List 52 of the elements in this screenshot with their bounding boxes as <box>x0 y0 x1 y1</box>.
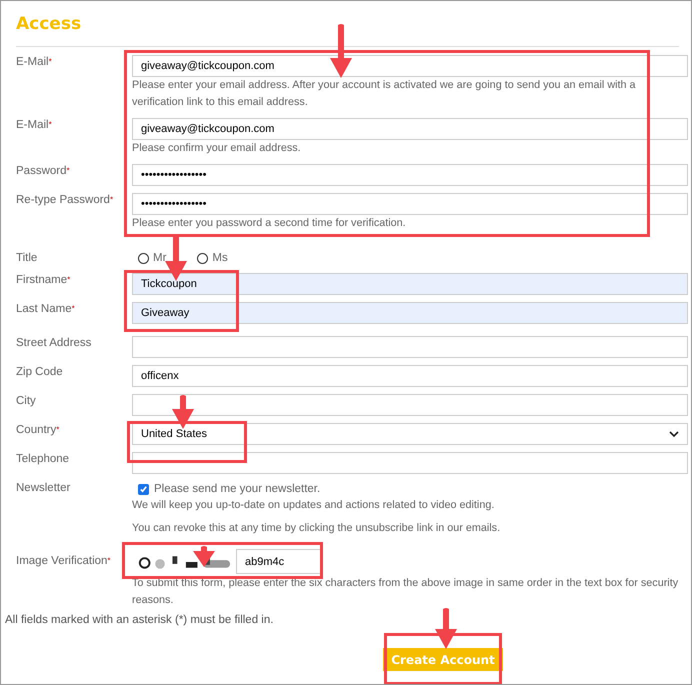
input-field[interactable]: ab9m4c <box>236 549 321 574</box>
help-text: Please confirm your email address. <box>132 141 302 156</box>
input-field[interactable] <box>132 452 688 474</box>
required-mark: * <box>107 556 111 565</box>
help-text: You can revoke this at any time by clicking the unsubscribe link in our emails. <box>132 521 502 536</box>
help-text: Please enter you password a second time for verification. <box>132 216 407 231</box>
radio-button[interactable] <box>197 252 208 264</box>
input-field[interactable] <box>132 336 688 358</box>
required-mark: * <box>48 120 52 129</box>
radio-button[interactable] <box>138 252 149 264</box>
arrow <box>328 23 354 78</box>
section-heading: Access <box>16 13 82 35</box>
required-mark: * <box>72 304 75 313</box>
arrow <box>170 394 196 429</box>
field-label: E-Mail <box>16 119 49 131</box>
field-label: Password <box>16 165 66 177</box>
field-label: Street Address <box>16 337 92 349</box>
field-label: Country <box>16 424 56 436</box>
field-label: Newsletter <box>16 482 70 494</box>
field-label: City <box>16 395 36 407</box>
field-label: Title <box>16 252 38 264</box>
input-field[interactable]: giveaway@tickcoupon.com <box>132 118 688 140</box>
input-field[interactable] <box>132 394 688 416</box>
radio-label: Ms <box>212 252 228 264</box>
field-label: Telephone <box>16 453 70 465</box>
field-label: Firstname <box>16 274 68 286</box>
input-field[interactable]: officenx <box>132 365 688 387</box>
input-field[interactable]: Giveaway <box>132 302 688 324</box>
field-label: Zip Code <box>16 366 63 378</box>
help-text: We will keep you up-to-date on updates and actions related to video editing. <box>132 498 496 513</box>
password-field[interactable]: ••••••••••••••••• <box>132 193 688 215</box>
arrow <box>433 607 459 649</box>
field-label: Re-type Password <box>16 194 110 206</box>
required-mark: * <box>48 57 52 66</box>
arrow <box>191 545 217 567</box>
required-mark: * <box>67 275 70 284</box>
checkbox[interactable] <box>138 484 149 494</box>
field-label: Last Name <box>16 303 72 315</box>
country-dropdown[interactable]: United States <box>132 423 688 445</box>
required-mark: * <box>56 425 60 434</box>
required-mark: * <box>66 166 70 175</box>
checkbox-label: Please send me your newsletter. <box>154 483 320 495</box>
field-label: E-Mail <box>16 56 49 68</box>
input-field[interactable]: Tickcoupon <box>132 273 688 295</box>
footnote-text: All fields marked with an asterisk (*) must be filled in. <box>5 613 274 627</box>
chevron-down-icon <box>669 431 679 437</box>
required-mark: * <box>110 195 114 204</box>
input-field[interactable]: giveaway@tickcoupon.com <box>132 55 688 77</box>
radio-label: Mr <box>153 252 166 264</box>
field-label: Image Verification <box>16 555 108 567</box>
help-text: Please enter your email address. After your account is activated we are going to send you an email with a verification link to this email address. <box>132 78 637 110</box>
password-field[interactable]: ••••••••••••••••• <box>132 164 688 186</box>
